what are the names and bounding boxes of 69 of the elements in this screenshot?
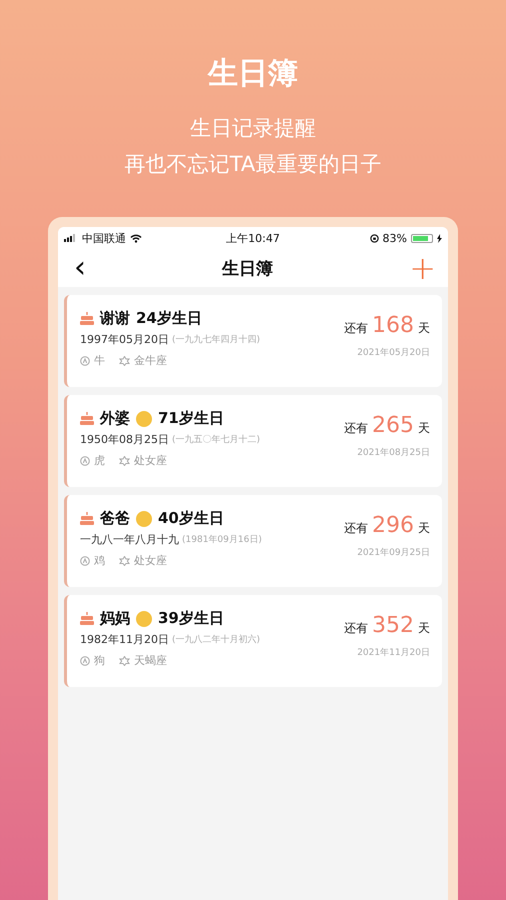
days-unit: 天: [418, 420, 430, 437]
tagline: 再也不忘记TA最重要的日子: [124, 151, 382, 177]
birth-date: 1982年11月20日: [80, 632, 169, 647]
battery-percent: 83%: [382, 232, 407, 244]
star-sign-icon: [119, 356, 130, 366]
cake-icon: [80, 412, 94, 425]
carrier-name: 中国联通: [82, 230, 126, 246]
birthday-card[interactable]: 外婆 71岁生日 1950年08月25日 (一九五〇年七月十二) 虎 处女座 还有 265 天 2021年08月25日: [64, 395, 442, 487]
person-name: 爸爸: [100, 509, 130, 528]
days-left: 265: [372, 413, 414, 438]
days-left: 296: [372, 513, 414, 538]
alternate-date: (一九九七年四月十四): [172, 334, 260, 346]
birthday-card[interactable]: 爸爸 40岁生日 一九八一年八月十九 (1981年09月16日) 鸡 处女座 还有 296 天 2021年09月25日: [64, 495, 442, 587]
charging-icon: [437, 234, 442, 242]
zodiac-animal-icon: [80, 456, 90, 466]
star-sign-icon: [119, 456, 130, 466]
days-unit: 天: [418, 520, 430, 537]
screen-title: 生日簿: [222, 258, 274, 280]
back-button[interactable]: ‹: [74, 253, 86, 283]
age-label: 71岁生日: [158, 409, 224, 428]
tagline: 生日记录提醒: [190, 115, 316, 141]
days-left: 168: [372, 313, 414, 338]
birthday-card[interactable]: 妈妈 39岁生日 1982年11月20日 (一九八二年十月初六) 狗 天蝎座 还有 352 天 2021年11月20日: [64, 595, 442, 687]
star-sign: 处女座: [134, 553, 167, 568]
status-time: 上午10:47: [226, 230, 280, 246]
star-sign: 金牛座: [134, 353, 167, 368]
cake-icon: [80, 312, 94, 325]
person-name: 妈妈: [100, 609, 130, 628]
star-sign: 天蝎座: [134, 653, 167, 668]
rotation-lock-icon: [370, 234, 379, 242]
alternate-date: (1981年09月16日): [182, 534, 262, 546]
alternate-date: (一九五〇年七月十二): [172, 434, 260, 446]
age-label: 40岁生日: [158, 509, 224, 528]
next-birthday-date: 2021年09月25日: [357, 546, 430, 559]
age-label: 39岁生日: [158, 609, 224, 628]
signal-icon: [64, 234, 78, 242]
zodiac-animal: 鸡: [94, 553, 105, 568]
zodiac-animal: 虎: [94, 453, 105, 468]
days-unit: 天: [418, 320, 430, 337]
app-title: 生日簿: [208, 55, 298, 93]
birthday-card[interactable]: 谢谢 24岁生日 1997年05月20日 (一九九七年四月十四) 牛 金牛座 还有 168 天 2021年05月20日: [64, 295, 442, 387]
countdown-prefix: 还有: [344, 520, 368, 537]
cake-icon: [80, 612, 94, 625]
alternate-date: (一九八二年十月初六): [172, 634, 260, 646]
wifi-icon: [130, 234, 142, 242]
zodiac-animal-icon: [80, 656, 90, 666]
star-sign: 处女座: [134, 453, 167, 468]
zodiac-animal: 狗: [94, 653, 105, 668]
person-name: 外婆: [100, 409, 130, 428]
zodiac-animal-icon: [80, 556, 90, 566]
birth-date: 一九八一年八月十九: [80, 532, 179, 547]
star-sign-icon: [119, 556, 130, 566]
cake-icon: [80, 512, 94, 525]
birth-date: 1997年05月20日: [80, 332, 169, 347]
next-birthday-date: 2021年08月25日: [357, 446, 430, 459]
next-birthday-date: 2021年11月20日: [357, 646, 430, 659]
battery-icon: [411, 234, 433, 242]
days-left: 352: [372, 613, 414, 638]
star-sign-icon: [119, 656, 130, 666]
person-name: 谢谢: [100, 309, 130, 328]
zodiac-animal: 牛: [94, 353, 105, 368]
countdown-prefix: 还有: [344, 620, 368, 637]
countdown-prefix: 还有: [344, 420, 368, 437]
days-unit: 天: [418, 620, 430, 637]
age-label: 24岁生日: [136, 309, 202, 328]
birth-date: 1950年08月25日: [80, 432, 169, 447]
zodiac-animal-icon: [80, 356, 90, 366]
countdown-prefix: 还有: [344, 320, 368, 337]
next-birthday-date: 2021年05月20日: [357, 346, 430, 359]
